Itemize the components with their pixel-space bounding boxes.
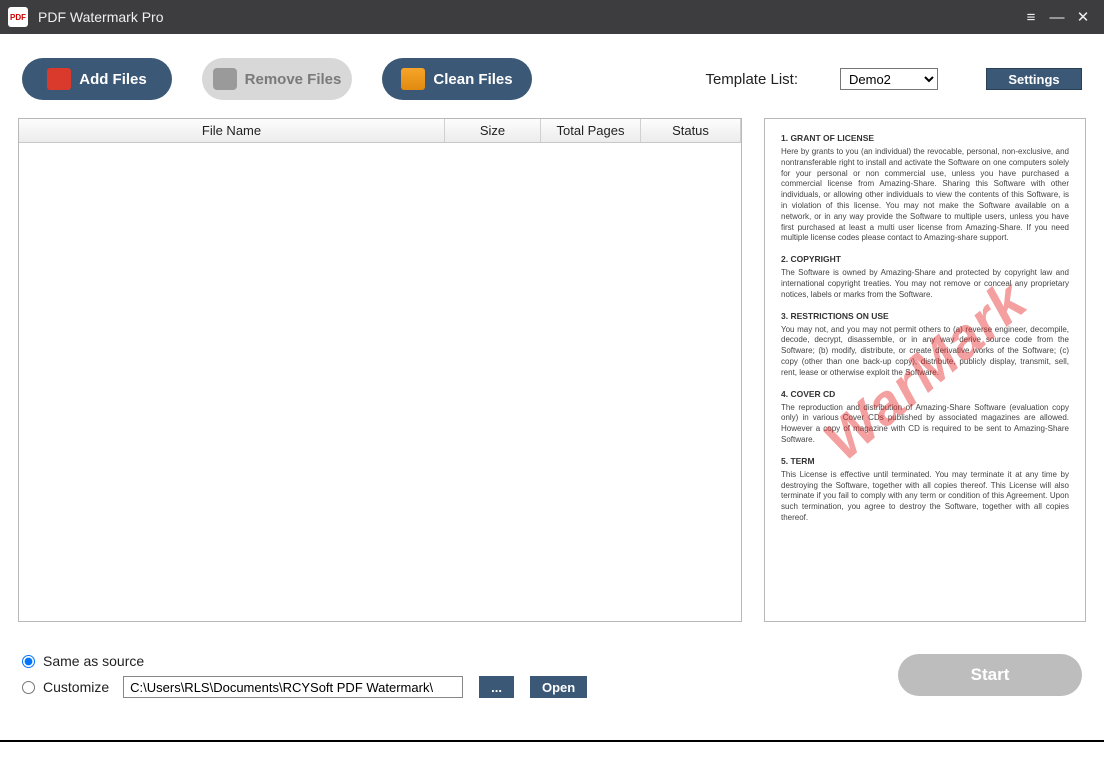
minimize-icon[interactable]: — <box>1044 4 1070 30</box>
doc-body: The Software is owned by Amazing-Share a… <box>781 268 1069 300</box>
radio-customize[interactable] <box>22 681 35 694</box>
doc-section: 5. TERM This License is effective until t… <box>781 456 1069 524</box>
file-table-panel: File Name Size Total Pages Status <box>18 118 742 622</box>
same-as-source-label: Same as source <box>43 653 144 669</box>
main-row: File Name Size Total Pages Status 1. GRA… <box>0 118 1104 622</box>
customize-label: Customize <box>43 679 109 695</box>
footer-divider <box>0 740 1104 742</box>
template-list-label: Template List: <box>705 71 798 88</box>
app-title: PDF Watermark Pro <box>38 9 1018 25</box>
doc-body: You may not, and you may not permit othe… <box>781 325 1069 379</box>
doc-section: 1. GRANT OF LICENSE Here by grants to you… <box>781 133 1069 244</box>
doc-body: The reproduction and distribution of Ama… <box>781 403 1069 446</box>
browse-button[interactable]: ... <box>479 676 514 698</box>
remove-files-label: Remove Files <box>245 71 342 88</box>
col-size[interactable]: Size <box>445 119 541 142</box>
radio-same-as-source[interactable] <box>22 655 35 668</box>
doc-heading: 4. COVER CD <box>781 389 1069 399</box>
template-list-select[interactable]: Demo2 <box>840 68 938 90</box>
doc-section: 3. RESTRICTIONS ON USE You may not, and y… <box>781 311 1069 379</box>
output-options: Same as source Customize ... Open <box>22 648 898 700</box>
add-files-button[interactable]: Add Files <box>22 58 172 100</box>
clean-files-icon <box>401 68 425 90</box>
add-files-icon <box>47 68 71 90</box>
remove-files-button: Remove Files <box>202 58 352 100</box>
output-path-input[interactable] <box>123 676 463 698</box>
preview-panel: 1. GRANT OF LICENSE Here by grants to you… <box>764 118 1086 622</box>
settings-button[interactable]: Settings <box>986 68 1082 90</box>
bottom-area: Same as source Customize ... Open Start <box>0 622 1104 710</box>
close-icon[interactable]: ✕ <box>1070 4 1096 30</box>
doc-heading: 5. TERM <box>781 456 1069 466</box>
clean-files-button[interactable]: Clean Files <box>382 58 532 100</box>
remove-files-icon <box>213 68 237 90</box>
toolbar: Add Files Remove Files Clean Files Templ… <box>0 34 1104 118</box>
doc-section: 4. COVER CD The reproduction and distribu… <box>781 389 1069 446</box>
menu-icon[interactable]: ≡ <box>1018 4 1044 30</box>
doc-heading: 1. GRANT OF LICENSE <box>781 133 1069 143</box>
titlebar: PDF Watermark Pro ≡ — ✕ <box>0 0 1104 34</box>
col-file-name[interactable]: File Name <box>19 119 445 142</box>
start-button: Start <box>898 654 1082 696</box>
table-header-row: File Name Size Total Pages Status <box>19 119 741 143</box>
doc-heading: 2. COPYRIGHT <box>781 254 1069 264</box>
doc-section: 2. COPYRIGHT The Software is owned by Ama… <box>781 254 1069 300</box>
col-status[interactable]: Status <box>641 119 741 142</box>
doc-body: Here by grants to you (an individual) th… <box>781 147 1069 244</box>
doc-body: This License is effective until terminat… <box>781 470 1069 524</box>
app-icon <box>8 7 28 27</box>
col-total-pages[interactable]: Total Pages <box>541 119 641 142</box>
add-files-label: Add Files <box>79 71 147 88</box>
clean-files-label: Clean Files <box>433 71 512 88</box>
doc-heading: 3. RESTRICTIONS ON USE <box>781 311 1069 321</box>
open-button[interactable]: Open <box>530 676 587 698</box>
